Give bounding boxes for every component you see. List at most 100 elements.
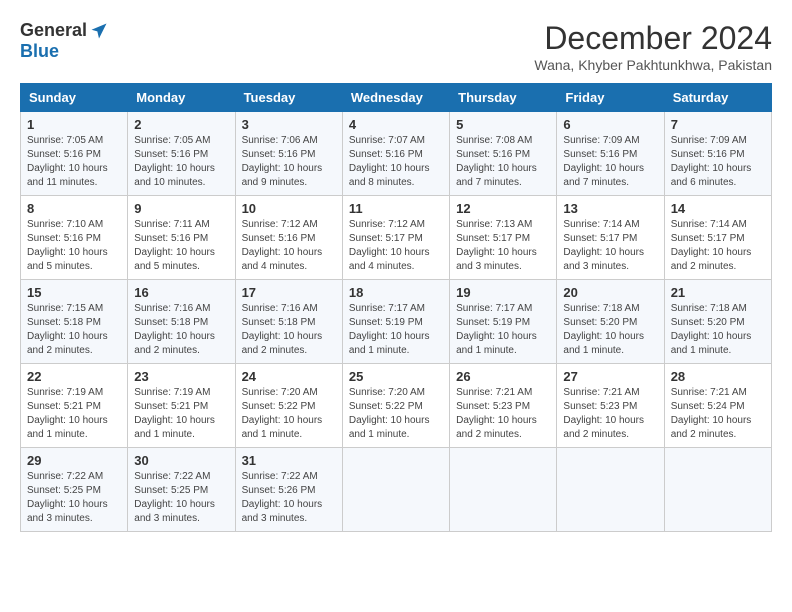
day-number: 8 (27, 201, 121, 216)
day-number: 25 (349, 369, 443, 384)
header-saturday: Saturday (664, 84, 771, 112)
day-info: Sunrise: 7:16 AM Sunset: 5:18 PM Dayligh… (242, 302, 336, 358)
day-number: 7 (671, 117, 765, 132)
day-info: Sunrise: 7:05 AM Sunset: 5:16 PM Dayligh… (27, 134, 121, 190)
day-info: Sunrise: 7:19 AM Sunset: 5:21 PM Dayligh… (134, 386, 228, 442)
day-info: Sunrise: 7:10 AM Sunset: 5:16 PM Dayligh… (27, 218, 121, 274)
day-number: 1 (27, 117, 121, 132)
calendar-day-cell: 22 Sunrise: 7:19 AM Sunset: 5:21 PM Dayl… (21, 364, 128, 448)
day-number: 31 (242, 453, 336, 468)
logo-bird-icon (89, 21, 109, 41)
calendar-day-cell (342, 448, 449, 532)
day-info: Sunrise: 7:18 AM Sunset: 5:20 PM Dayligh… (671, 302, 765, 358)
calendar-week-row: 29 Sunrise: 7:22 AM Sunset: 5:25 PM Dayl… (21, 448, 772, 532)
calendar-day-cell: 27 Sunrise: 7:21 AM Sunset: 5:23 PM Dayl… (557, 364, 664, 448)
day-info: Sunrise: 7:19 AM Sunset: 5:21 PM Dayligh… (27, 386, 121, 442)
calendar-day-cell: 24 Sunrise: 7:20 AM Sunset: 5:22 PM Dayl… (235, 364, 342, 448)
day-number: 14 (671, 201, 765, 216)
calendar-day-cell: 1 Sunrise: 7:05 AM Sunset: 5:16 PM Dayli… (21, 112, 128, 196)
day-number: 28 (671, 369, 765, 384)
day-info: Sunrise: 7:09 AM Sunset: 5:16 PM Dayligh… (563, 134, 657, 190)
header-monday: Monday (128, 84, 235, 112)
day-number: 5 (456, 117, 550, 132)
page-header: General Blue December 2024 Wana, Khyber … (20, 20, 772, 73)
day-number: 6 (563, 117, 657, 132)
day-number: 11 (349, 201, 443, 216)
day-info: Sunrise: 7:07 AM Sunset: 5:16 PM Dayligh… (349, 134, 443, 190)
day-info: Sunrise: 7:21 AM Sunset: 5:23 PM Dayligh… (456, 386, 550, 442)
header-sunday: Sunday (21, 84, 128, 112)
calendar-day-cell: 25 Sunrise: 7:20 AM Sunset: 5:22 PM Dayl… (342, 364, 449, 448)
calendar-header-row: Sunday Monday Tuesday Wednesday Thursday… (21, 84, 772, 112)
logo: General Blue (20, 20, 109, 62)
day-number: 3 (242, 117, 336, 132)
calendar-day-cell: 9 Sunrise: 7:11 AM Sunset: 5:16 PM Dayli… (128, 196, 235, 280)
location-text: Wana, Khyber Pakhtunkhwa, Pakistan (534, 57, 772, 73)
day-info: Sunrise: 7:12 AM Sunset: 5:16 PM Dayligh… (242, 218, 336, 274)
calendar-day-cell: 17 Sunrise: 7:16 AM Sunset: 5:18 PM Dayl… (235, 280, 342, 364)
day-info: Sunrise: 7:14 AM Sunset: 5:17 PM Dayligh… (563, 218, 657, 274)
day-info: Sunrise: 7:21 AM Sunset: 5:24 PM Dayligh… (671, 386, 765, 442)
calendar-day-cell: 29 Sunrise: 7:22 AM Sunset: 5:25 PM Dayl… (21, 448, 128, 532)
day-info: Sunrise: 7:20 AM Sunset: 5:22 PM Dayligh… (242, 386, 336, 442)
title-section: December 2024 Wana, Khyber Pakhtunkhwa, … (534, 20, 772, 73)
calendar-day-cell: 16 Sunrise: 7:16 AM Sunset: 5:18 PM Dayl… (128, 280, 235, 364)
day-number: 22 (27, 369, 121, 384)
day-info: Sunrise: 7:22 AM Sunset: 5:25 PM Dayligh… (134, 470, 228, 526)
calendar-day-cell (664, 448, 771, 532)
day-info: Sunrise: 7:11 AM Sunset: 5:16 PM Dayligh… (134, 218, 228, 274)
day-info: Sunrise: 7:13 AM Sunset: 5:17 PM Dayligh… (456, 218, 550, 274)
calendar-day-cell: 28 Sunrise: 7:21 AM Sunset: 5:24 PM Dayl… (664, 364, 771, 448)
day-number: 21 (671, 285, 765, 300)
calendar-day-cell: 4 Sunrise: 7:07 AM Sunset: 5:16 PM Dayli… (342, 112, 449, 196)
calendar-day-cell: 19 Sunrise: 7:17 AM Sunset: 5:19 PM Dayl… (450, 280, 557, 364)
day-info: Sunrise: 7:14 AM Sunset: 5:17 PM Dayligh… (671, 218, 765, 274)
day-number: 19 (456, 285, 550, 300)
day-number: 18 (349, 285, 443, 300)
calendar-day-cell: 26 Sunrise: 7:21 AM Sunset: 5:23 PM Dayl… (450, 364, 557, 448)
calendar-day-cell: 18 Sunrise: 7:17 AM Sunset: 5:19 PM Dayl… (342, 280, 449, 364)
day-number: 9 (134, 201, 228, 216)
calendar-table: Sunday Monday Tuesday Wednesday Thursday… (20, 83, 772, 532)
calendar-week-row: 1 Sunrise: 7:05 AM Sunset: 5:16 PM Dayli… (21, 112, 772, 196)
calendar-day-cell (450, 448, 557, 532)
day-number: 20 (563, 285, 657, 300)
day-number: 17 (242, 285, 336, 300)
day-number: 16 (134, 285, 228, 300)
calendar-day-cell: 31 Sunrise: 7:22 AM Sunset: 5:26 PM Dayl… (235, 448, 342, 532)
calendar-day-cell: 20 Sunrise: 7:18 AM Sunset: 5:20 PM Dayl… (557, 280, 664, 364)
day-number: 13 (563, 201, 657, 216)
calendar-day-cell: 6 Sunrise: 7:09 AM Sunset: 5:16 PM Dayli… (557, 112, 664, 196)
calendar-day-cell: 2 Sunrise: 7:05 AM Sunset: 5:16 PM Dayli… (128, 112, 235, 196)
calendar-week-row: 8 Sunrise: 7:10 AM Sunset: 5:16 PM Dayli… (21, 196, 772, 280)
header-thursday: Thursday (450, 84, 557, 112)
day-info: Sunrise: 7:22 AM Sunset: 5:25 PM Dayligh… (27, 470, 121, 526)
calendar-day-cell: 21 Sunrise: 7:18 AM Sunset: 5:20 PM Dayl… (664, 280, 771, 364)
day-number: 26 (456, 369, 550, 384)
day-number: 2 (134, 117, 228, 132)
calendar-day-cell: 11 Sunrise: 7:12 AM Sunset: 5:17 PM Dayl… (342, 196, 449, 280)
header-friday: Friday (557, 84, 664, 112)
day-number: 23 (134, 369, 228, 384)
calendar-day-cell: 12 Sunrise: 7:13 AM Sunset: 5:17 PM Dayl… (450, 196, 557, 280)
calendar-week-row: 22 Sunrise: 7:19 AM Sunset: 5:21 PM Dayl… (21, 364, 772, 448)
header-wednesday: Wednesday (342, 84, 449, 112)
day-info: Sunrise: 7:12 AM Sunset: 5:17 PM Dayligh… (349, 218, 443, 274)
calendar-day-cell: 13 Sunrise: 7:14 AM Sunset: 5:17 PM Dayl… (557, 196, 664, 280)
day-info: Sunrise: 7:09 AM Sunset: 5:16 PM Dayligh… (671, 134, 765, 190)
day-info: Sunrise: 7:21 AM Sunset: 5:23 PM Dayligh… (563, 386, 657, 442)
calendar-day-cell: 10 Sunrise: 7:12 AM Sunset: 5:16 PM Dayl… (235, 196, 342, 280)
calendar-week-row: 15 Sunrise: 7:15 AM Sunset: 5:18 PM Dayl… (21, 280, 772, 364)
day-info: Sunrise: 7:22 AM Sunset: 5:26 PM Dayligh… (242, 470, 336, 526)
day-number: 29 (27, 453, 121, 468)
day-number: 30 (134, 453, 228, 468)
day-info: Sunrise: 7:17 AM Sunset: 5:19 PM Dayligh… (456, 302, 550, 358)
calendar-day-cell: 3 Sunrise: 7:06 AM Sunset: 5:16 PM Dayli… (235, 112, 342, 196)
calendar-day-cell: 7 Sunrise: 7:09 AM Sunset: 5:16 PM Dayli… (664, 112, 771, 196)
day-info: Sunrise: 7:20 AM Sunset: 5:22 PM Dayligh… (349, 386, 443, 442)
day-info: Sunrise: 7:08 AM Sunset: 5:16 PM Dayligh… (456, 134, 550, 190)
day-number: 15 (27, 285, 121, 300)
day-info: Sunrise: 7:18 AM Sunset: 5:20 PM Dayligh… (563, 302, 657, 358)
calendar-day-cell: 23 Sunrise: 7:19 AM Sunset: 5:21 PM Dayl… (128, 364, 235, 448)
day-info: Sunrise: 7:15 AM Sunset: 5:18 PM Dayligh… (27, 302, 121, 358)
